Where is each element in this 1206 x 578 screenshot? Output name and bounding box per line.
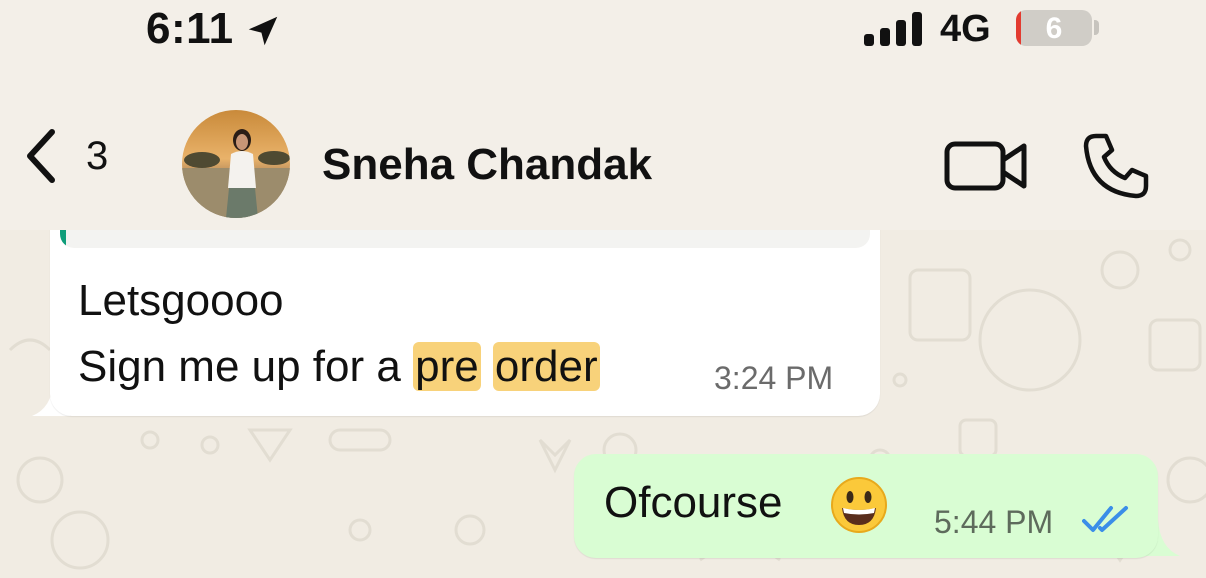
cellular-signal-icon [864,12,922,46]
avatar-photo [182,110,290,218]
unread-count: 3 [86,133,109,178]
battery-indicator: 6 [1016,10,1092,46]
highlighted-word: pre [413,342,481,391]
incoming-message[interactable]: Letsgoooo Sign me up for a pre order 3:2… [50,230,880,416]
grinning-face-emoji [831,477,887,533]
status-bar: 6:11 4G 6 [0,0,1206,70]
message-text-line: Sign me up for a pre order [78,342,600,392]
avatar[interactable] [182,110,290,218]
location-arrow-icon [248,16,277,46]
chevron-left-icon [27,129,55,183]
contact-name[interactable]: Sneha Chandak [322,140,652,190]
battery-percent: 6 [1045,12,1063,45]
video-camera-icon[interactable] [944,138,1028,194]
message-text: Sign me up for a [78,342,401,391]
battery-nub [1094,20,1099,35]
highlighted-word: order [492,342,600,391]
chat-area[interactable]: Letsgoooo Sign me up for a pre order 3:2… [0,230,1206,578]
outgoing-message[interactable]: Ofcourse 5:44 PM [574,454,1158,558]
chat-header: 3 Sneha Chandak [0,70,1206,230]
phone-icon[interactable] [1082,132,1150,200]
quoted-reply-preview[interactable] [60,230,870,248]
network-type-label: 4G [940,8,991,50]
quoted-reply-bar [60,230,66,248]
status-time: 6:11 [146,4,234,53]
status-time-group: 6:11 [146,4,282,54]
back-button[interactable]: 3 [20,126,108,186]
double-check-read-icon [1082,506,1128,532]
message-text: Ofcourse [604,478,783,527]
message-timestamp: 5:44 PM [934,504,1054,540]
message-text-line: Letsgoooo [78,276,284,325]
message-timestamp: 3:24 PM [714,360,834,396]
